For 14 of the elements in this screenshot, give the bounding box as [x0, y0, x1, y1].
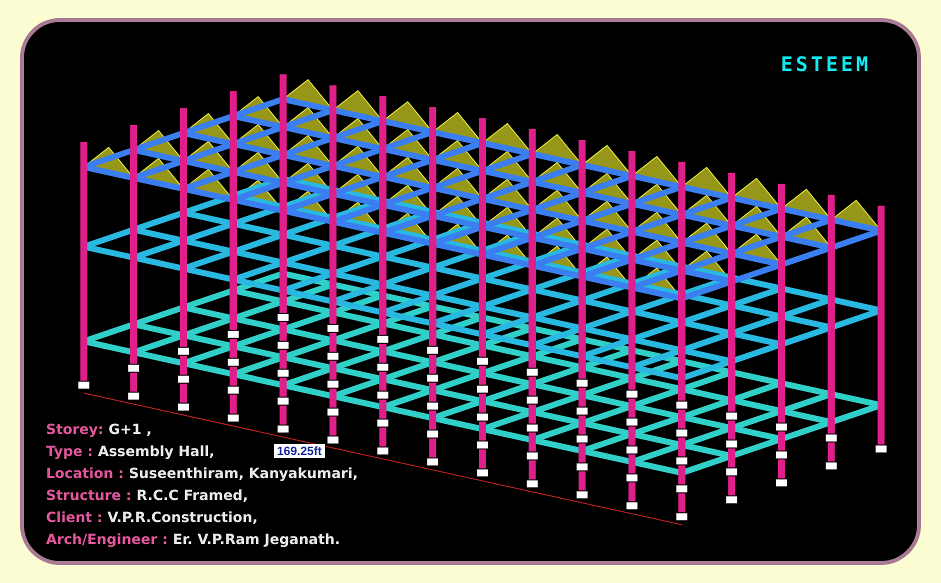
- info-value: G+1 ,: [108, 421, 152, 440]
- info-label: Location :: [46, 465, 124, 484]
- dimension-label: 169.25ft: [274, 444, 325, 458]
- info-label: Type :: [46, 443, 94, 462]
- info-value: Suseenthiram, Kanyakumari,: [128, 465, 358, 484]
- info-label: Arch/Engineer :: [46, 531, 168, 550]
- info-label: Client :: [46, 509, 102, 528]
- info-value: Assembly Hall,: [98, 443, 214, 462]
- info-label: Storey:: [46, 421, 104, 440]
- info-value: V.P.R.Construction,: [108, 509, 258, 528]
- logo-text: ESTEEM: [780, 52, 871, 76]
- info-label: Structure :: [46, 487, 132, 506]
- info-value: Er. V.P.Ram Jeganath.: [172, 531, 340, 550]
- info-value: R.C.C Framed,: [136, 487, 248, 506]
